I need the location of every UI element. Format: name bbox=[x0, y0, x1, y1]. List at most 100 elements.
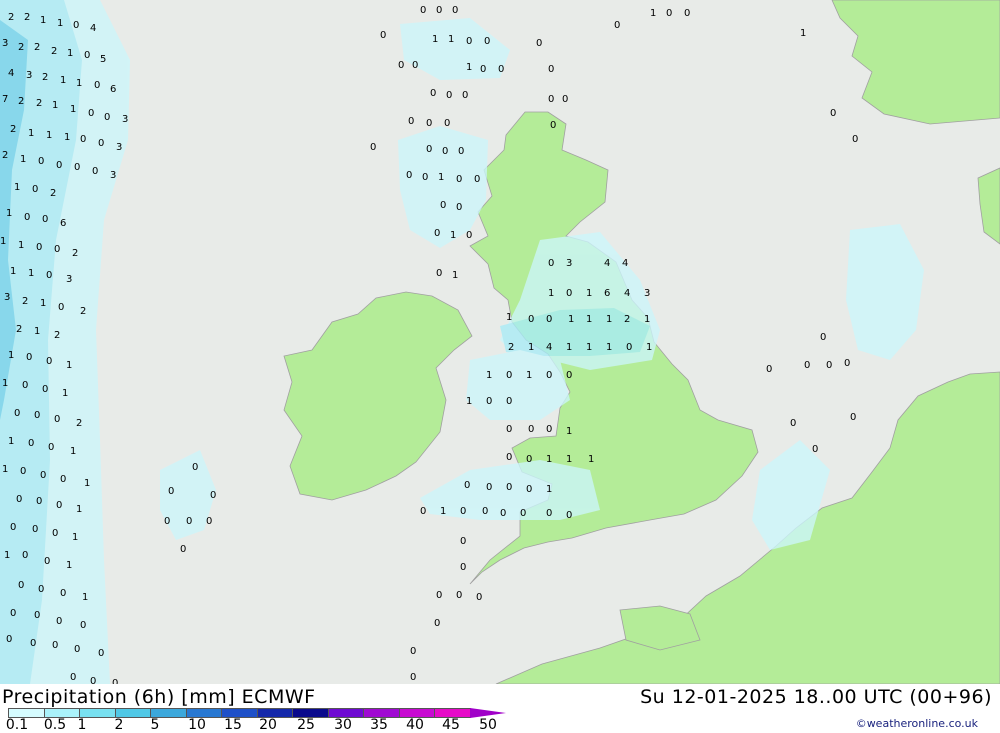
precip-value-label: 0 bbox=[614, 20, 620, 31]
precip-value-label: 0 bbox=[80, 134, 86, 145]
precip-value-label: 4 bbox=[8, 68, 14, 79]
precip-value-label: 0 bbox=[506, 424, 512, 435]
precip-value-label: 1 bbox=[586, 342, 592, 353]
precip-value-label: 0 bbox=[434, 228, 440, 239]
precip-value-label: 3 bbox=[116, 142, 122, 153]
precip-value-label: 0 bbox=[804, 360, 810, 371]
precip-value-label: 1 bbox=[57, 18, 63, 29]
precip-value-label: 1 bbox=[18, 240, 24, 251]
precip-value-label: 0 bbox=[766, 364, 772, 375]
precip-value-label: 0 bbox=[506, 482, 512, 493]
precipitation-map: 2 2 1 1 0 43 2 2 2 1 0 54 3 2 1 1 0 67 2 2 1 1 0 0 32 1 1 1 0 0 32 1 0 0 0… bbox=[0, 0, 1000, 684]
precip-value-label: 4 bbox=[546, 342, 552, 353]
legend-tick: 45 bbox=[442, 717, 460, 733]
precip-value-label: 1 bbox=[546, 484, 552, 495]
legend-tick: 25 bbox=[297, 717, 315, 733]
precip-value-label: 1 bbox=[34, 326, 40, 337]
precip-value-label: 1 bbox=[66, 560, 72, 571]
precip-value-label: 1 bbox=[40, 15, 46, 26]
precip-value-label: 0 bbox=[192, 462, 198, 473]
legend-tick: 10 bbox=[188, 717, 206, 733]
precip-value-label: 1 bbox=[650, 8, 656, 19]
legend-tick: 5 bbox=[150, 717, 160, 733]
precip-value-label: 0 bbox=[476, 592, 482, 603]
precip-value-label: 0 bbox=[42, 384, 48, 395]
precip-value-label: 0 bbox=[434, 618, 440, 629]
precip-value-label: 1 bbox=[588, 454, 594, 465]
legend-tick: 0.5 bbox=[43, 717, 67, 733]
precip-value-label: 0 bbox=[56, 160, 62, 171]
precip-value-label: 0 bbox=[412, 60, 418, 71]
precip-value-label: 0 bbox=[210, 490, 216, 501]
precip-value-label: 0 bbox=[16, 494, 22, 505]
precip-value-label: 4 bbox=[622, 258, 628, 269]
precip-value-label: 0 bbox=[460, 536, 466, 547]
precip-value-label: 0 bbox=[812, 444, 818, 455]
precip-value-label: 2 bbox=[54, 330, 60, 341]
precip-value-label: 3 bbox=[66, 274, 72, 285]
precip-value-label: 0 bbox=[548, 64, 554, 75]
legend-tick: 20 bbox=[259, 717, 277, 733]
precip-value-label: 0 bbox=[46, 356, 52, 367]
precip-value-label: 0 bbox=[830, 108, 836, 119]
precip-value-label: 0 bbox=[420, 5, 426, 16]
precip-value-label: 0 bbox=[98, 648, 104, 659]
precip-value-label: 2 bbox=[624, 314, 630, 325]
precip-value-label: 0 bbox=[48, 442, 54, 453]
precip-value-label: 0 bbox=[56, 500, 62, 511]
precip-value-label: 0 bbox=[436, 5, 442, 16]
precip-value-label: 0 bbox=[548, 94, 554, 105]
precip-value-label: 0 bbox=[790, 418, 796, 429]
precip-value-label: 2 bbox=[36, 98, 42, 109]
precip-value-label: 0 bbox=[370, 142, 376, 153]
precip-value-label: 2 bbox=[34, 42, 40, 53]
precip-value-label: 0 bbox=[74, 162, 80, 173]
precip-value-label: 1 bbox=[450, 230, 456, 241]
precip-value-label: 0 bbox=[506, 396, 512, 407]
precip-value-label: 2 bbox=[51, 46, 57, 57]
precip-value-label: 0 bbox=[484, 36, 490, 47]
precip-value-label: 0 bbox=[436, 268, 442, 279]
precip-value-label: 0 bbox=[14, 408, 20, 419]
precip-value-label: 1 bbox=[566, 426, 572, 437]
precip-value-label: 1 bbox=[606, 314, 612, 325]
precip-value-label: 0 bbox=[566, 370, 572, 381]
precip-value-label: 1 bbox=[66, 360, 72, 371]
precip-value-label: 1 bbox=[586, 314, 592, 325]
precip-value-label: 1 bbox=[70, 446, 76, 457]
precip-value-label: 1 bbox=[800, 28, 806, 39]
precip-value-label: 1 bbox=[8, 350, 14, 361]
precip-irish-sea bbox=[466, 350, 570, 420]
precip-value-label: 0 bbox=[186, 516, 192, 527]
precip-value-label: 0 bbox=[458, 146, 464, 157]
precip-value-label: 6 bbox=[60, 218, 66, 229]
precip-value-label: 0 bbox=[546, 424, 552, 435]
precip-value-label: 3 bbox=[122, 114, 128, 125]
precip-value-label: 0 bbox=[406, 170, 412, 181]
precip-value-label: 0 bbox=[408, 116, 414, 127]
precip-value-label: 0 bbox=[460, 506, 466, 517]
precip-value-label: 0 bbox=[426, 144, 432, 155]
precip-value-label: 0 bbox=[520, 508, 526, 519]
precip-value-label: 1 bbox=[20, 154, 26, 165]
precip-value-label: 0 bbox=[466, 230, 472, 241]
valid-time: Su 12-01-2025 18..00 UTC (00+96) bbox=[640, 686, 992, 708]
precip-value-label: 1 bbox=[566, 342, 572, 353]
precip-value-label: 0 bbox=[546, 314, 552, 325]
precip-value-label: 0 bbox=[446, 90, 452, 101]
precip-value-label: 0 bbox=[626, 342, 632, 353]
precip-value-label: 0 bbox=[420, 506, 426, 517]
precip-value-label: 2 bbox=[18, 96, 24, 107]
precip-value-label: 0 bbox=[444, 118, 450, 129]
legend-tick: 15 bbox=[224, 717, 242, 733]
precip-value-label: 0 bbox=[426, 118, 432, 129]
precip-value-label: 0 bbox=[498, 64, 504, 75]
precip-value-label: 0 bbox=[180, 544, 186, 555]
credit-link[interactable]: ©weatheronline.co.uk bbox=[856, 717, 978, 730]
precip-value-label: 1 bbox=[46, 130, 52, 141]
precip-value-label: 2 bbox=[76, 418, 82, 429]
precip-value-label: 0 bbox=[528, 314, 534, 325]
precip-value-label: 0 bbox=[442, 146, 448, 157]
legend-tick: 40 bbox=[406, 717, 424, 733]
precip-value-label: 1 bbox=[40, 298, 46, 309]
